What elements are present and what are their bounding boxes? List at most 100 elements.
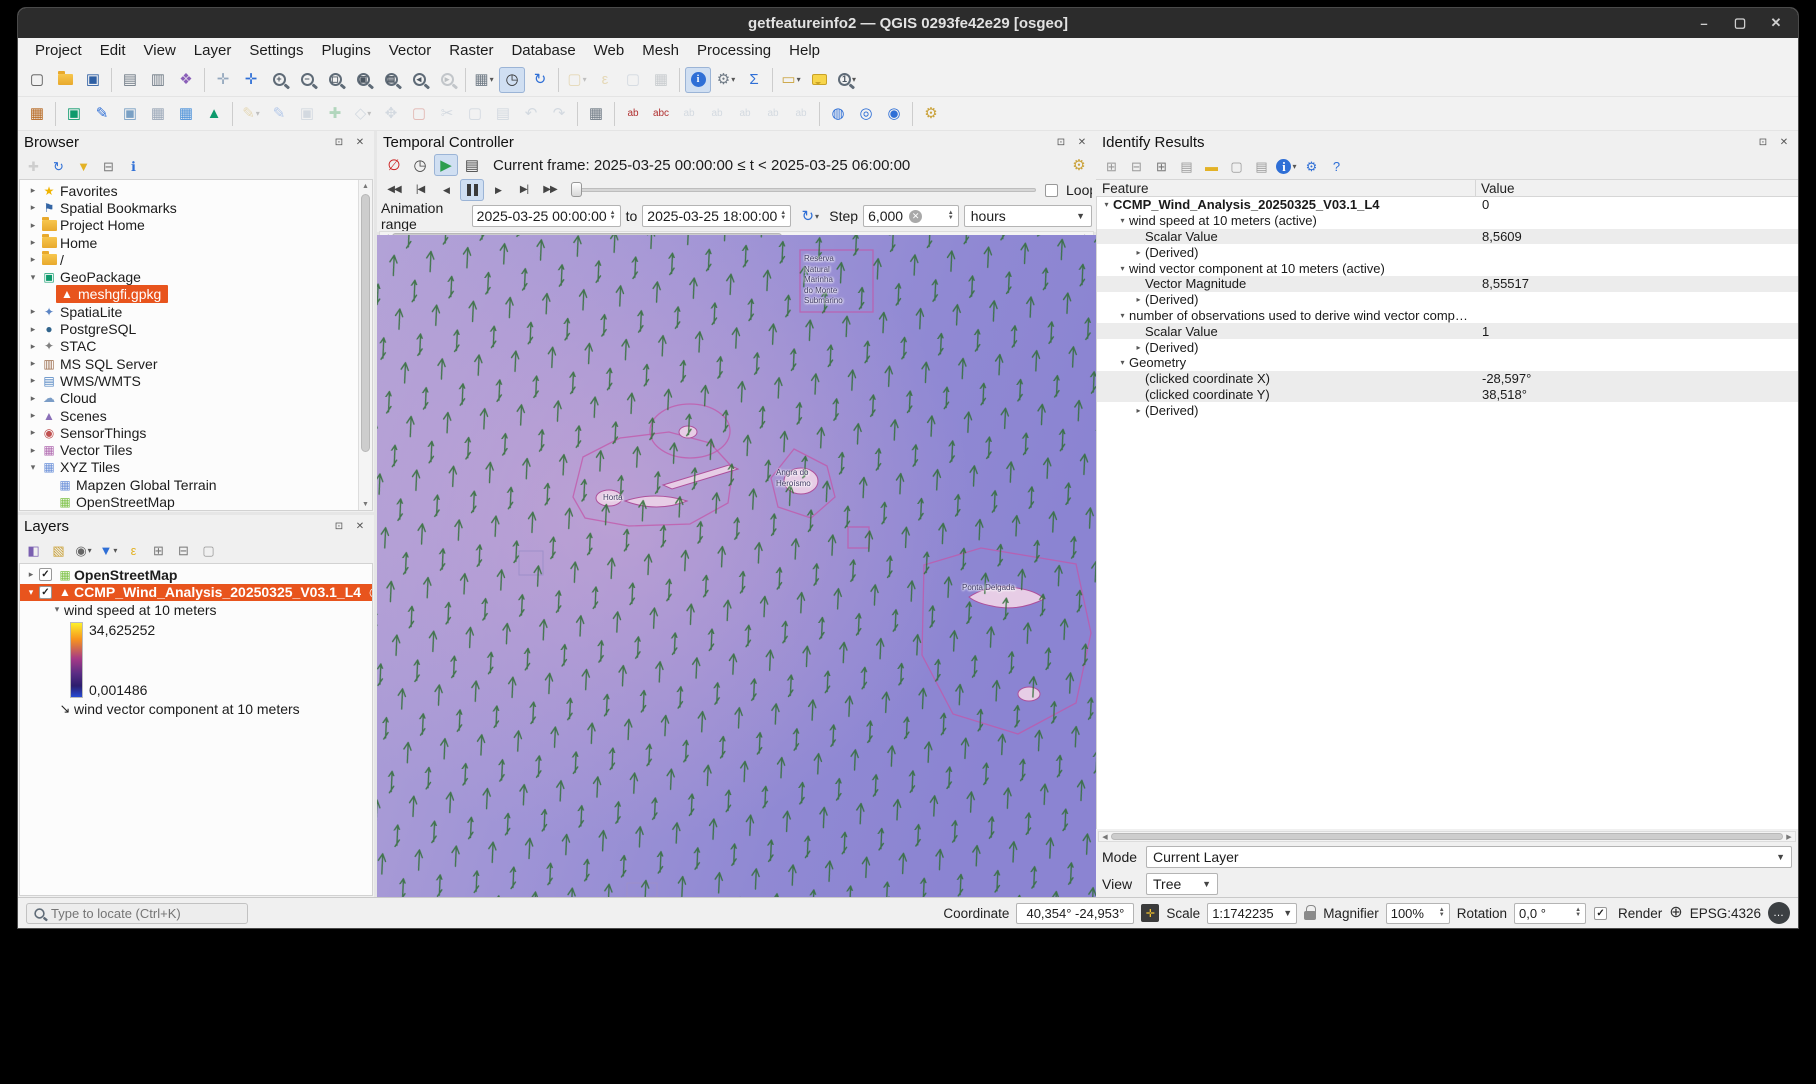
expand-arrow-icon[interactable]: ▸ (26, 185, 40, 196)
loop-checkbox[interactable] (1045, 184, 1058, 197)
globe-crs-icon[interactable]: ⊕ (1669, 905, 1682, 921)
zoom-out-button[interactable]: − (294, 67, 320, 93)
new-shapefile-layer-button[interactable]: ✎ (89, 101, 115, 127)
expand-arrow-icon[interactable]: ▸ (1132, 295, 1145, 304)
expand-arrow-icon[interactable]: ▸ (26, 410, 40, 421)
render-checkbox[interactable]: ✓ (1594, 907, 1607, 920)
skip-to-end-button[interactable]: ▶▶ (538, 179, 562, 201)
expand-arrow-icon[interactable]: ▸ (24, 569, 38, 580)
browser-item[interactable]: ▸★Favorites (20, 182, 358, 199)
browser-item[interactable]: ▸✦SpatiaLite (20, 303, 358, 320)
identify-row[interactable]: Scalar Value8,5609 (1097, 229, 1798, 245)
layer-visibility-checkbox[interactable]: ✓ (39, 568, 52, 581)
browser-item[interactable]: ▸▦Vector Tiles (20, 441, 358, 458)
expand-arrow-icon[interactable]: ▾ (26, 462, 40, 473)
temporal-navigation-fixed-range-button[interactable]: ◷ (408, 154, 432, 176)
highlight-pinned-labels-button[interactable]: ab (704, 101, 730, 127)
browser-item[interactable]: ▸▤WMS/WMTS (20, 372, 358, 389)
map-tips-button[interactable] (806, 67, 832, 93)
browser-item[interactable]: ▸Project Home (20, 217, 358, 234)
menu-database[interactable]: Database (502, 40, 584, 61)
zoom-last-button[interactable]: ◂ (406, 67, 432, 93)
identify-features-button[interactable]: i (685, 67, 711, 93)
open-attribute-table-button[interactable]: ▦ (648, 67, 674, 93)
expand-arrow-icon[interactable]: ▸ (26, 375, 40, 386)
collapse-tree-button[interactable]: ⊟ (1125, 155, 1148, 177)
menu-layer[interactable]: Layer (185, 40, 241, 61)
run-feature-action-button[interactable]: ⚙▾ (713, 67, 739, 93)
expand-arrow-icon[interactable]: ▸ (1132, 406, 1145, 415)
spinner-icon[interactable]: ▲▼ (607, 211, 616, 221)
new-print-layout-button[interactable]: ▤ (117, 67, 143, 93)
vertex-tool-button[interactable]: ◇▾ (350, 101, 376, 127)
close-panel-icon[interactable]: ✕ (352, 134, 368, 150)
cut-features-button[interactable]: ✂ (434, 101, 460, 127)
modify-attributes-of-selected-button[interactable]: ▦ (583, 101, 609, 127)
expand-arrow-icon[interactable]: ▸ (26, 254, 40, 265)
expand-arrow-icon[interactable]: ▸ (26, 393, 40, 404)
pan-map-button[interactable]: ✛ (210, 67, 236, 93)
move-label-button[interactable]: ab (732, 101, 758, 127)
plugin-metasearch-button[interactable]: ◍ (825, 101, 851, 127)
temporal-layer-indicator-icon[interactable]: ◷ (369, 585, 373, 599)
rotate-label-button[interactable]: ab (760, 101, 786, 127)
zoom-to-layer-button[interactable]: ▤ (378, 67, 404, 93)
menu-vector[interactable]: Vector (380, 40, 441, 61)
close-panel-icon[interactable]: ✕ (1074, 134, 1090, 150)
locate-box[interactable] (26, 903, 248, 924)
scroll-down-icon[interactable]: ▼ (362, 498, 369, 510)
browser-item[interactable]: ▲meshgfi.gpkg (20, 286, 358, 303)
zoom-in-button[interactable]: + (266, 67, 292, 93)
expand-arrow-icon[interactable]: ▸ (26, 324, 40, 335)
temporal-settings-button[interactable]: ⚙ (1067, 154, 1091, 176)
clear-results-button[interactable]: ▬ (1200, 155, 1223, 177)
scale-combo[interactable]: 1:1742235▼ (1207, 903, 1297, 924)
expand-arrow-icon[interactable]: ▸ (26, 220, 40, 231)
range-end-input[interactable]: 2025-03-25 18:00:00 ▲▼ (642, 205, 791, 227)
change-label-properties-button[interactable]: ab (788, 101, 814, 127)
expand-arrow-icon[interactable]: ▾ (1116, 311, 1129, 320)
feature-column-header[interactable]: Feature (1096, 180, 1476, 196)
menu-mesh[interactable]: Mesh (633, 40, 688, 61)
skip-to-start-button[interactable]: ◀◀ (382, 179, 406, 201)
identify-row[interactable]: (clicked coordinate X)-28,597° (1097, 371, 1798, 387)
temporal-navigation-export-button[interactable]: ▤ (460, 154, 484, 176)
minimize-button[interactable]: – (1694, 13, 1714, 33)
expand-arrow-icon[interactable]: ▾ (1116, 216, 1129, 225)
identify-settings-button[interactable]: ⚙ (1300, 155, 1323, 177)
expand-arrow-icon[interactable]: ▸ (26, 237, 40, 248)
browser-item[interactable]: ▸◉SensorThings (20, 424, 358, 441)
collapse-all-layers-button[interactable]: ⊟ (172, 539, 195, 561)
new-virtual-layer-button[interactable]: ▦ (173, 101, 199, 127)
add-selected-layers-button[interactable]: ✚ (22, 155, 45, 177)
identify-row[interactable]: ▸(Derived) (1097, 244, 1798, 260)
new-temporary-scratch-layer-button[interactable]: ▦ (145, 101, 171, 127)
mode-combo[interactable]: Current Layer ▼ (1146, 846, 1792, 868)
expand-arrow-icon[interactable]: ▸ (26, 306, 40, 317)
identify-row[interactable]: ▾Geometry (1097, 355, 1798, 371)
print-response-button[interactable]: ▤ (1250, 155, 1273, 177)
loop-control[interactable]: Loop (1044, 182, 1092, 198)
close-panel-icon[interactable]: ✕ (1776, 134, 1792, 150)
spinner-icon[interactable]: ▲▼ (1572, 908, 1581, 918)
new-geopackage-layer-button[interactable]: ▣ (61, 101, 87, 127)
expand-arrow-icon[interactable]: ▸ (1132, 248, 1145, 257)
menu-project[interactable]: Project (26, 40, 91, 61)
zoom-to-selection-button[interactable]: ▣ (350, 67, 376, 93)
expand-arrow-icon[interactable]: ▸ (26, 358, 40, 369)
redo-button[interactable]: ↷ (546, 101, 572, 127)
browser-scrollbar[interactable]: ▲ ▼ (358, 180, 372, 510)
zoom-next-button[interactable]: ▸ (434, 67, 460, 93)
plugin-search-layers-button[interactable]: ◎ (853, 101, 879, 127)
expand-arrow-icon[interactable]: ▾ (50, 604, 64, 615)
identify-row[interactable]: ▸(Derived) (1097, 339, 1798, 355)
show-layout-manager-button[interactable]: ▥ (145, 67, 171, 93)
current-edits-button[interactable]: ✎▾ (238, 101, 264, 127)
close-panel-icon[interactable]: ✕ (352, 518, 368, 534)
select-by-expression-button[interactable]: ε (592, 67, 618, 93)
map-canvas[interactable]: Reserva Natural Marinha do Monte Submari… (377, 235, 1096, 897)
open-data-source-manager-button[interactable]: ▦ (24, 101, 50, 127)
float-panel-icon[interactable]: ⊡ (331, 134, 347, 150)
remove-layer-button[interactable]: ▢ (197, 539, 220, 561)
close-button[interactable]: ✕ (1766, 13, 1786, 33)
